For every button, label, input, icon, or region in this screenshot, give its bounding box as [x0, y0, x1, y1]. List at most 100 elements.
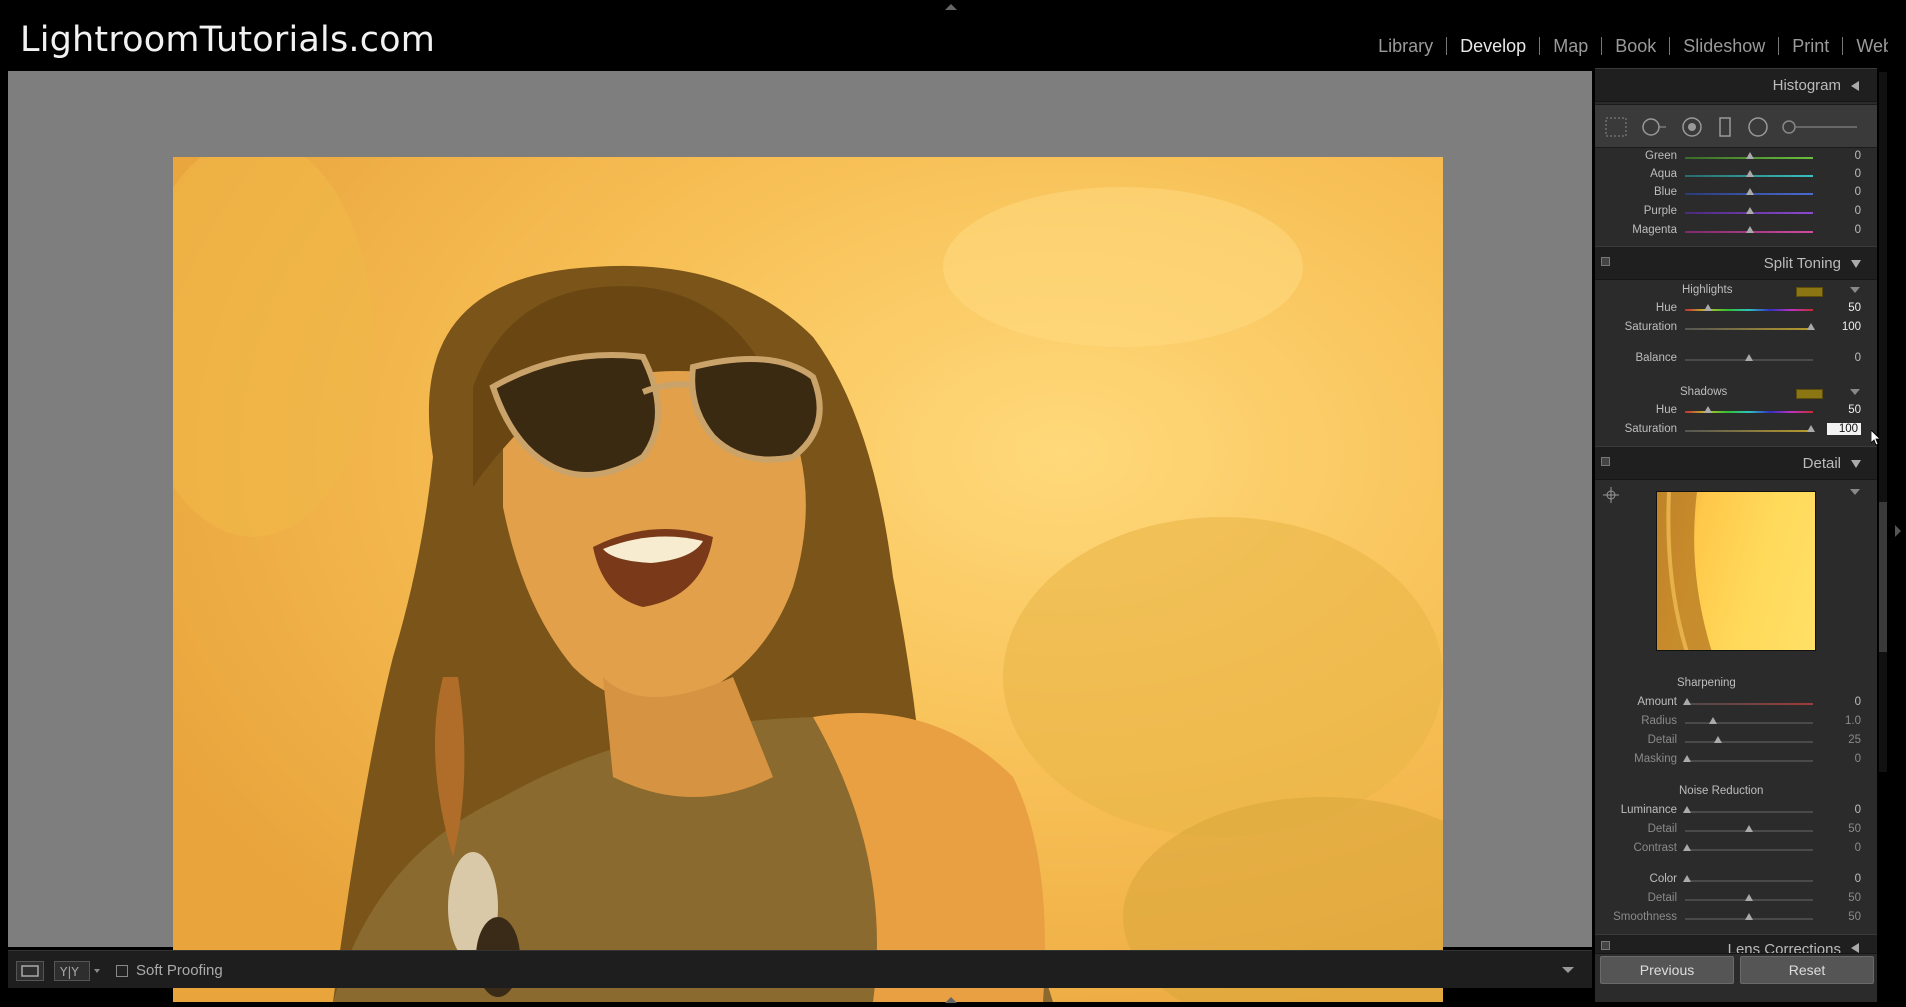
previous-button[interactable]: Previous	[1600, 956, 1734, 984]
panel-enable-switch[interactable]	[1601, 257, 1610, 266]
shadows-saturation-slider[interactable]: Saturation 100	[1595, 422, 1877, 438]
slider-value[interactable]: 0	[1855, 186, 1861, 198]
red-eye-icon[interactable]	[1679, 115, 1705, 139]
collapse-panel-icon[interactable]	[1851, 260, 1861, 268]
slider-value[interactable]: 0	[1855, 352, 1861, 364]
detail-panel-header[interactable]: Detail	[1595, 446, 1877, 480]
slider-track[interactable]	[1685, 328, 1813, 330]
highlights-hue-slider[interactable]: Hue 50	[1595, 301, 1877, 317]
slider-value[interactable]: 0	[1855, 842, 1861, 854]
collapse-top-panel-icon[interactable]	[945, 4, 957, 10]
scrollbar-thumb[interactable]	[1879, 502, 1887, 652]
slider-value[interactable]: 0	[1855, 696, 1861, 708]
module-develop[interactable]: Develop	[1447, 36, 1539, 57]
slider-thumb[interactable]	[1704, 304, 1712, 311]
sharpening-detail-slider[interactable]: Detail 25	[1595, 733, 1877, 749]
slider-thumb[interactable]	[1745, 913, 1753, 920]
slider-thumb[interactable]	[1683, 844, 1691, 851]
detail-zoom-preview[interactable]	[1656, 491, 1816, 651]
loupe-view-icon[interactable]	[16, 961, 44, 981]
shadows-picker-chevron-icon[interactable]	[1850, 389, 1860, 395]
soft-proofing-toggle[interactable]: Soft Proofing	[116, 962, 223, 979]
slider-thumb[interactable]	[1746, 152, 1754, 159]
toolbar-menu-chevron-icon[interactable]	[1562, 967, 1574, 973]
histogram-panel-header[interactable]: Histogram	[1595, 68, 1877, 102]
slider-value[interactable]: 50	[1848, 911, 1861, 923]
slider-value[interactable]: 0	[1855, 168, 1861, 180]
sharpening-masking-slider[interactable]: Masking 0	[1595, 752, 1877, 768]
slider-track[interactable]	[1685, 430, 1813, 432]
highlights-picker-chevron-icon[interactable]	[1850, 287, 1860, 293]
slider-thumb[interactable]	[1704, 406, 1712, 413]
slider-thumb[interactable]	[1745, 354, 1753, 361]
hsl-row-purple[interactable]: Purple 0	[1595, 204, 1877, 220]
panel-enable-switch[interactable]	[1601, 941, 1610, 950]
slider-value[interactable]: 25	[1848, 734, 1861, 746]
panel-enable-switch[interactable]	[1601, 457, 1610, 466]
slider-track[interactable]	[1685, 880, 1813, 882]
slider-thumb[interactable]	[1683, 875, 1691, 882]
highlights-color-swatch[interactable]	[1796, 287, 1823, 297]
slider-track[interactable]	[1685, 703, 1813, 705]
module-print[interactable]: Print	[1779, 36, 1842, 57]
slider-value[interactable]: 0	[1855, 873, 1861, 885]
collapse-panel-icon[interactable]	[1851, 460, 1861, 468]
slider-thumb[interactable]	[1683, 698, 1691, 705]
split-toning-panel-header[interactable]: Split Toning	[1595, 246, 1877, 280]
module-book[interactable]: Book	[1602, 36, 1669, 57]
slider-value[interactable]: 0	[1855, 753, 1861, 765]
graduated-filter-icon[interactable]	[1715, 115, 1735, 139]
shadows-color-swatch[interactable]	[1796, 389, 1823, 399]
collapse-right-panel-icon[interactable]	[1895, 525, 1901, 537]
sharpening-amount-slider[interactable]: Amount 0	[1595, 695, 1877, 711]
crop-overlay-icon[interactable]	[1603, 115, 1629, 139]
highlights-saturation-slider[interactable]: Saturation 100	[1595, 320, 1877, 336]
slider-value-input[interactable]: 100	[1827, 423, 1861, 435]
detail-preview-chevron-icon[interactable]	[1850, 489, 1860, 495]
slider-thumb[interactable]	[1746, 170, 1754, 177]
noise-smoothness-slider[interactable]: Smoothness 50	[1595, 910, 1877, 926]
hsl-row-magenta[interactable]: Magenta 0	[1595, 223, 1877, 239]
slider-value[interactable]: 1.0	[1845, 715, 1861, 727]
hsl-row-aqua[interactable]: Aqua 0	[1595, 167, 1877, 183]
slider-value[interactable]: 50	[1848, 823, 1861, 835]
noise-luminance-slider[interactable]: Luminance 0	[1595, 803, 1877, 819]
module-map[interactable]: Map	[1540, 36, 1601, 57]
slider-track[interactable]	[1685, 760, 1813, 762]
soft-proofing-checkbox[interactable]	[116, 964, 128, 977]
noise-contrast-slider[interactable]: Contrast 0	[1595, 841, 1877, 857]
slider-thumb[interactable]	[1746, 188, 1754, 195]
expand-panel-icon[interactable]	[1851, 81, 1859, 91]
slider-value[interactable]: 50	[1848, 302, 1861, 314]
slider-value[interactable]: 100	[1842, 321, 1861, 333]
slider-thumb[interactable]	[1746, 226, 1754, 233]
spot-removal-icon[interactable]	[1639, 115, 1669, 139]
photo-preview[interactable]	[173, 157, 1443, 1002]
noise-color-detail-slider[interactable]: Detail 50	[1595, 891, 1877, 907]
slider-thumb[interactable]	[1745, 825, 1753, 832]
view-options-chevron-icon[interactable]	[94, 969, 100, 973]
collapse-bottom-panel-icon[interactable]	[945, 997, 957, 1003]
slider-thumb[interactable]	[1807, 323, 1815, 330]
balance-slider[interactable]: Balance 0	[1595, 351, 1877, 367]
slider-value[interactable]: 50	[1848, 892, 1861, 904]
slider-track[interactable]	[1685, 722, 1813, 724]
radial-filter-icon[interactable]	[1745, 115, 1771, 139]
slider-thumb[interactable]	[1745, 894, 1753, 901]
image-canvas[interactable]	[8, 71, 1592, 1002]
noise-luminance-detail-slider[interactable]: Detail 50	[1595, 822, 1877, 838]
slider-track[interactable]	[1685, 811, 1813, 813]
slider-thumb[interactable]	[1746, 207, 1754, 214]
module-library[interactable]: Library	[1365, 36, 1446, 57]
slider-thumb[interactable]	[1807, 425, 1815, 432]
sharpening-radius-slider[interactable]: Radius 1.0	[1595, 714, 1877, 730]
slider-track[interactable]	[1685, 741, 1813, 743]
slider-thumb[interactable]	[1714, 736, 1722, 743]
slider-value[interactable]: 0	[1855, 150, 1861, 162]
before-after-icon[interactable]: Y|Y	[54, 961, 90, 981]
hsl-row-green[interactable]: Green 0	[1595, 149, 1877, 165]
lens-corrections-panel-header[interactable]: Lens Corrections	[1595, 934, 1877, 954]
reset-button[interactable]: Reset	[1740, 956, 1874, 984]
slider-value[interactable]: 0	[1855, 205, 1861, 217]
expand-panel-icon[interactable]	[1851, 943, 1859, 953]
